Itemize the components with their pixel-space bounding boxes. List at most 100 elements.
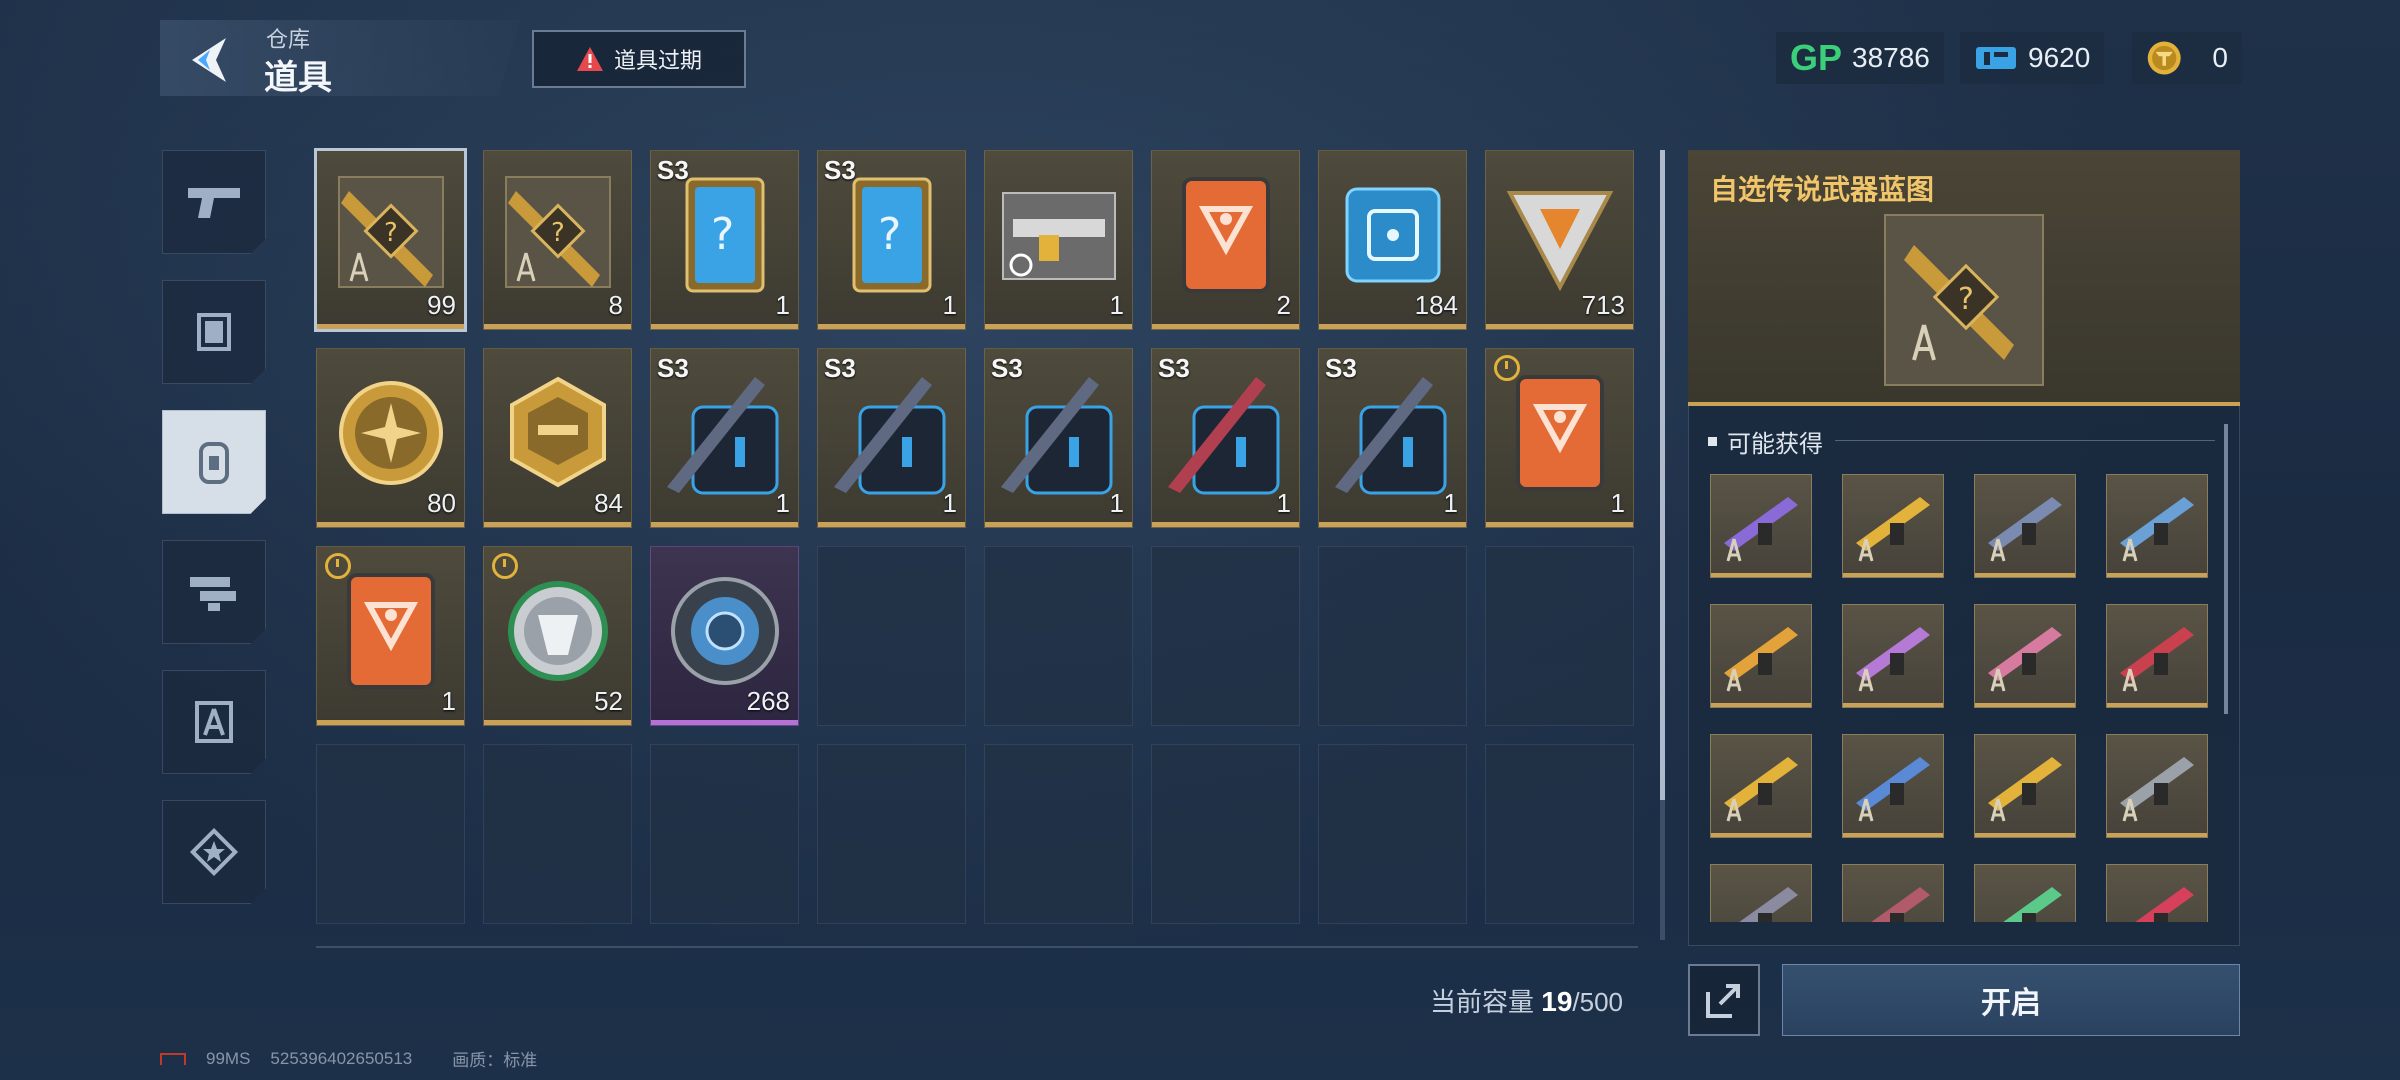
reward-thumbnail[interactable]: [1974, 604, 2076, 708]
reward-thumbnail[interactable]: [1974, 734, 2076, 838]
gp-value: 38786: [1852, 42, 1930, 73]
reward-thumbnail[interactable]: [2106, 474, 2208, 578]
blueprint-weapon-icon: ?: [1904, 245, 2014, 361]
inventory-slot[interactable]: 1: [984, 150, 1133, 330]
inventory-slot[interactable]: 184: [1318, 150, 1467, 330]
warning-icon: [576, 47, 603, 71]
item-count: 1: [1610, 488, 1625, 518]
inventory-scrollbar-thumb[interactable]: [1660, 150, 1665, 800]
empty-slot: [984, 546, 1133, 726]
weapon-blueprint-icon: [2135, 887, 2194, 922]
star-badge-icon: [189, 827, 239, 877]
item-count: 184: [1414, 290, 1458, 320]
export-button[interactable]: [1688, 964, 1760, 1036]
sidebar-tab-items[interactable]: [162, 410, 266, 514]
sidebar-tab-badges[interactable]: [162, 800, 266, 904]
reward-thumbnail[interactable]: [1710, 604, 1812, 708]
empty-slot: [1151, 546, 1300, 726]
blueprint-icon: [195, 701, 233, 743]
weapon-blueprint-icon: [1871, 887, 1930, 922]
blueprint-gold-icon: ?: [331, 169, 451, 299]
inventory-slot[interactable]: ? 8: [483, 150, 632, 330]
weapon-blueprint-icon: [1856, 757, 1930, 822]
reward-thumbnail[interactable]: [1842, 864, 1944, 922]
back-arrow-icon: [192, 38, 226, 82]
inventory-slot[interactable]: S3 1: [984, 348, 1133, 528]
inventory-slot[interactable]: 52: [483, 546, 632, 726]
clock-icon: [1494, 355, 1520, 381]
season-tag: S3: [1158, 353, 1190, 383]
inventory-slot[interactable]: S3 1: [817, 348, 966, 528]
capacity-max: /500: [1572, 987, 1624, 1017]
item-detail-image: ?: [1884, 214, 2044, 386]
sidebar-tab-weapons[interactable]: [162, 150, 266, 254]
sidebar-tab-blueprints[interactable]: [162, 670, 266, 774]
inventory-slot[interactable]: 268: [650, 546, 799, 726]
reward-thumbnail[interactable]: [1842, 604, 1944, 708]
sidebar-tab-drones[interactable]: [162, 540, 266, 644]
reward-thumbnail[interactable]: [1710, 864, 1812, 922]
rewards-scrollbar[interactable]: [2224, 424, 2228, 714]
item-count: 84: [594, 488, 623, 518]
gp-icon: GP: [1790, 37, 1843, 78]
reward-thumbnail[interactable]: [2106, 864, 2208, 922]
svg-text:?: ?: [711, 209, 734, 260]
empty-slot: [483, 744, 632, 924]
pistol-icon: [188, 188, 240, 218]
reward-thumbnail[interactable]: [1974, 864, 2076, 922]
chip-icon: [1333, 169, 1453, 299]
back-button[interactable]: [178, 28, 242, 92]
reward-thumbnail[interactable]: [2106, 604, 2208, 708]
item-detail-title: 自选传说武器蓝图: [1710, 174, 1935, 205]
inventory-slot[interactable]: S3 1: [650, 348, 799, 528]
item-count: 1: [775, 488, 790, 518]
weapon-blueprint-icon: [1856, 497, 1930, 562]
reward-thumbnail[interactable]: [1710, 734, 1812, 838]
item-expired-button[interactable]: 道具过期: [532, 30, 746, 88]
weapon-blueprint-icon: [1724, 497, 1798, 562]
inventory-slot[interactable]: S3 1: [1151, 348, 1300, 528]
empty-slot: [817, 546, 966, 726]
reward-thumbnail[interactable]: [1842, 474, 1944, 578]
inventory-slot[interactable]: ? S3 1: [817, 150, 966, 330]
status-footer: 99MS 525396402650513 画质：标准: [160, 1046, 537, 1071]
season-tag: S3: [657, 155, 689, 185]
inventory-slot[interactable]: 1: [1485, 348, 1634, 528]
currency-ticket[interactable]: 9620: [1960, 32, 2105, 84]
item-count: 2: [1276, 290, 1291, 320]
orange-card-icon: [1500, 367, 1620, 497]
reward-thumbnail[interactable]: [2106, 734, 2208, 838]
currency-gp[interactable]: GP 38786: [1776, 32, 1944, 84]
inventory-slot[interactable]: ? S3 1: [650, 150, 799, 330]
silver-medal-icon: [498, 565, 618, 695]
empty-slot: [1318, 546, 1467, 726]
reward-thumbnail[interactable]: [1842, 734, 1944, 838]
hex-badge-icon: [498, 367, 618, 497]
currency-coin[interactable]: 0: [2132, 32, 2242, 84]
inventory-slot[interactable]: 713: [1485, 150, 1634, 330]
reward-thumbnail[interactable]: [1974, 474, 2076, 578]
weapon-blueprint-icon: [2120, 757, 2194, 822]
possible-rewards-header: 可能获得: [1708, 424, 1823, 459]
rewards-divider: [1835, 440, 2215, 441]
inventory-slot[interactable]: 1: [316, 546, 465, 726]
reward-thumbnail[interactable]: [1710, 474, 1812, 578]
inventory-slot[interactable]: 80: [316, 348, 465, 528]
grid-divider: [316, 946, 1638, 948]
empty-slot: [650, 744, 799, 924]
capacity-label: 当前容量: [1430, 987, 1535, 1017]
weapon-blueprint-icon: [1724, 627, 1798, 692]
season-tag: S3: [824, 353, 856, 383]
inventory-slot[interactable]: 2: [1151, 150, 1300, 330]
rifle-card-icon: [999, 169, 1119, 299]
item-count: 1: [942, 488, 957, 518]
inventory-slot[interactable]: ? 99: [314, 148, 467, 332]
item-count: 1: [775, 290, 790, 320]
inventory-slot[interactable]: S3 1: [1318, 348, 1467, 528]
page-title: 道具: [264, 59, 332, 97]
inventory-slot[interactable]: 84: [483, 348, 632, 528]
season-tag: S3: [824, 155, 856, 185]
sidebar-tab-frames[interactable]: [162, 280, 266, 384]
open-button[interactable]: 开启: [1782, 964, 2240, 1036]
season-tag: S3: [1325, 353, 1357, 383]
